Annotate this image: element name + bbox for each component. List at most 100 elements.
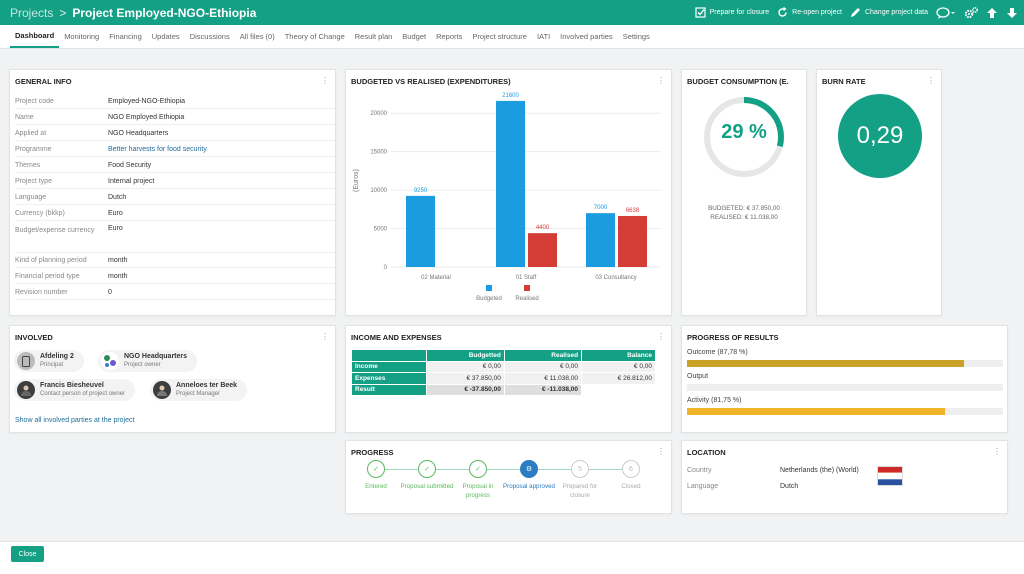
- country-value: Netherlands (the) (World): [780, 467, 859, 474]
- gears-icon: [964, 6, 978, 19]
- info-row: Project type Internal project: [15, 174, 335, 189]
- x-tick-label: 02 Material: [421, 275, 451, 281]
- tab-theory-of-change[interactable]: Theory of Change: [280, 25, 350, 48]
- involved-menu-icon[interactable]: ⋮: [321, 333, 329, 341]
- table-cell: € 0,00: [582, 361, 655, 372]
- footer-bar: Close: [0, 541, 1024, 574]
- info-row: Themes Food Security: [15, 158, 335, 173]
- person-avatar-icon: [153, 381, 171, 399]
- row-label: Expenses: [352, 373, 426, 384]
- general-info-card: GENERAL INFO ⋮ Project code Employed-NGO-…: [9, 69, 336, 316]
- tab-project-structure[interactable]: Project structure: [467, 25, 532, 48]
- reopen-icon: [777, 7, 788, 18]
- tab-updates[interactable]: Updates: [147, 25, 185, 48]
- info-value: NGO Headquarters: [108, 129, 169, 137]
- burn-rate-menu-icon[interactable]: ⋮: [927, 77, 935, 85]
- party-chip[interactable]: Afdeling 2 Principal: [14, 350, 84, 372]
- info-label: Financial period type: [15, 272, 80, 280]
- location-card: LOCATION ⋮ Country Netherlands (the) (Wo…: [681, 440, 1008, 514]
- tab-result-plan[interactable]: Result plan: [350, 25, 398, 48]
- step-number-icon: 6: [622, 460, 640, 478]
- progress-step: ✓ Entered: [349, 460, 403, 491]
- info-row: Name NGO Employed Ethiopia: [15, 110, 335, 125]
- party-chip[interactable]: Francis Biesheuvel Contact person of proj…: [14, 379, 136, 401]
- table-row: Income € 0,00 € 0,00 € 0,00: [352, 361, 655, 372]
- general-info-menu-icon[interactable]: ⋮: [321, 77, 329, 85]
- programme-link[interactable]: Better harvests for food security: [108, 146, 207, 153]
- party-role: Project Manager: [176, 391, 221, 397]
- location-country-row: Country Netherlands (the) (World): [687, 467, 859, 474]
- breadcrumb-separator: >: [59, 5, 67, 20]
- income-expenses-menu-icon[interactable]: ⋮: [657, 333, 665, 341]
- info-row: Applied at NGO Headquarters: [15, 126, 335, 141]
- page-title: Project Employed-NGO-Ethiopia: [72, 5, 257, 20]
- party-chip[interactable]: Anneloes ter Beek Project Manager: [150, 379, 248, 401]
- involved-card: INVOLVED ⋮ Afdeling 2 Principal NGO Headq…: [9, 325, 336, 433]
- move-down-button[interactable]: [1006, 7, 1018, 19]
- change-project-data-button[interactable]: Change project data: [850, 7, 928, 18]
- toolbar: Prepare for closure Re-open project Chan…: [695, 0, 1018, 25]
- income-expenses-table: Budgetted Realised Balance Income € 0,00…: [351, 349, 656, 396]
- settings-button[interactable]: [964, 6, 978, 19]
- location-menu-icon[interactable]: ⋮: [993, 448, 1001, 456]
- progress-menu-icon[interactable]: ⋮: [657, 448, 665, 456]
- move-up-button[interactable]: [986, 7, 998, 19]
- info-row: Currency (bkkp) Euro: [15, 206, 335, 221]
- tab-discussions[interactable]: Discussions: [185, 25, 235, 48]
- party-name: Afdeling 2: [40, 353, 74, 360]
- progress-step-label: Entered: [365, 483, 387, 490]
- info-row: Programme Better harvests for food securi…: [15, 142, 335, 157]
- tab-dashboard[interactable]: Dashboard: [10, 25, 60, 48]
- info-label: Budget/expense currency: [15, 227, 95, 234]
- tab-involved-parties[interactable]: Involved parties: [555, 25, 618, 48]
- data-label: 9250: [414, 188, 428, 194]
- outcome-progress-bar: [687, 360, 1003, 367]
- tab-all-files-0[interactable]: All files (0): [235, 25, 280, 48]
- info-label: Programme: [15, 145, 52, 153]
- progress-step-label: Proposal submitted: [400, 483, 454, 490]
- check-circle-icon: ✓: [469, 460, 487, 478]
- show-all-parties-link[interactable]: Show all involved parties at the project: [15, 417, 134, 424]
- info-row: Financial period type month: [15, 269, 335, 284]
- reopen-project-button[interactable]: Re-open project: [777, 7, 842, 18]
- legend-label: Realised: [515, 296, 538, 302]
- consumption-realised: REALISED: € 11.038,00: [710, 214, 778, 221]
- table-cell: € 26.812,00: [582, 373, 655, 384]
- tab-settings[interactable]: Settings: [618, 25, 655, 48]
- tab-financing[interactable]: Financing: [104, 25, 147, 48]
- chat-dropdown-button[interactable]: [936, 6, 956, 19]
- close-button[interactable]: Close: [11, 546, 44, 562]
- info-label: Currency (bkkp): [15, 209, 65, 217]
- chat-icon: [936, 6, 956, 19]
- prepare-check-icon: [695, 7, 706, 18]
- info-row: Project code Employed-NGO-Ethiopia: [15, 94, 335, 109]
- x-tick-label: 01 Staff: [516, 275, 537, 281]
- budget-consumption-title: BUDGET CONSUMPTION (E...: [687, 77, 789, 86]
- outcome-progress-fill: [687, 360, 965, 367]
- table-cell: € -11.038,00: [504, 384, 582, 395]
- tab-reports[interactable]: Reports: [431, 25, 467, 48]
- info-value: Euro: [108, 209, 123, 217]
- prepare-closure-button[interactable]: Prepare for closure: [695, 7, 769, 18]
- output-progress-bar: [687, 384, 1003, 391]
- party-chip[interactable]: NGO Headquarters Project owner: [98, 350, 198, 372]
- party-role: Principal: [40, 362, 64, 368]
- y-tick-label: 5000: [374, 227, 388, 233]
- info-value: 0: [108, 288, 112, 296]
- tab-monitoring[interactable]: Monitoring: [59, 25, 104, 48]
- progress-results-title: PROGRESS OF RESULTS: [687, 333, 779, 342]
- y-tick-label: 15000: [370, 150, 387, 156]
- tab-iati[interactable]: IATI: [532, 25, 555, 48]
- progress-step-label: Proposal in progress: [462, 483, 494, 499]
- table-header: Realised: [504, 350, 582, 361]
- breadcrumb-projects[interactable]: Projects: [10, 6, 53, 20]
- info-label: Kind of planning period: [15, 256, 87, 264]
- tab-budget[interactable]: Budget: [397, 25, 431, 48]
- output-label: Output: [687, 373, 709, 380]
- progress-step: 5 Prepared for closure: [553, 460, 607, 500]
- chart-menu-icon[interactable]: ⋮: [657, 77, 665, 85]
- legend-swatch: [486, 285, 492, 291]
- info-value: Employed-NGO-Ethiopia: [108, 97, 186, 105]
- info-label: Project type: [15, 177, 52, 185]
- info-value: Food Security: [108, 161, 152, 169]
